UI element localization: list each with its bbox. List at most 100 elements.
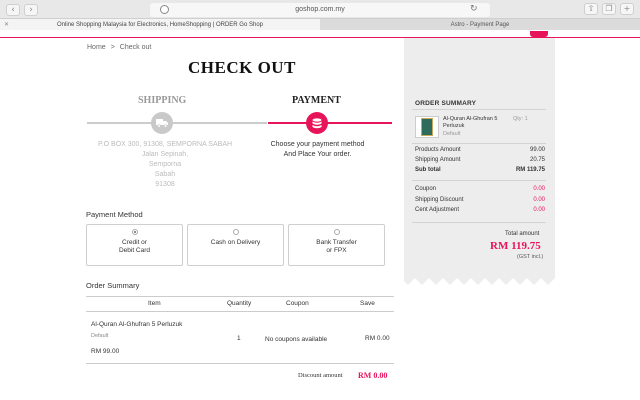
total-label: Total amount [505, 231, 540, 237]
summary-value: 99.00 [529, 147, 545, 153]
summary-row: Sub total RM 119.75 [415, 167, 545, 173]
divider [412, 143, 546, 144]
address-line: Sabah [154, 171, 176, 178]
option-label: Debit Card [118, 247, 151, 254]
col-save: Save [360, 300, 375, 307]
summary-row: Products Amount 99.00 [415, 147, 545, 153]
close-icon[interactable]: ✕ [4, 19, 9, 31]
divider [412, 222, 546, 223]
chevron-left-icon[interactable]: ‹ [6, 4, 20, 16]
summary-row: Coupon 0.00 [415, 186, 545, 192]
tab-bar: ✕ Online Shopping Malaysia for Electroni… [0, 18, 640, 30]
header-accent [530, 31, 548, 37]
radio-unselected[interactable] [233, 229, 239, 235]
summary-row: Shipping Discount 0.00 [415, 197, 545, 203]
item-quantity: 1 [237, 335, 241, 342]
summary-row: Shipping Amount 20.75 [415, 157, 545, 163]
tab-goshop[interactable]: ✕ Online Shopping Malaysia for Electroni… [0, 18, 320, 30]
step-shipping-label: SHIPPING [138, 95, 187, 106]
item-name: Al-Quran Al-Ghufran 5 Perluzuk [91, 321, 183, 328]
option-label: or FPX [326, 247, 347, 254]
site-icon [160, 5, 169, 14]
item-save: RM 0.00 [365, 335, 390, 342]
payment-method-options: Credit or Debit Card Cash on Delivery Ba… [86, 224, 385, 266]
address-line: P.O BOX 300, 91308, SEMPORNA SABAH [97, 141, 233, 148]
item-coupon: No coupons available [265, 336, 328, 343]
product-name: Al-Quran Al-Ghufran 5 Perluzuk [443, 116, 498, 129]
summary-value: 0.00 [533, 186, 545, 192]
divider [412, 180, 546, 181]
option-label: Bank Transfer [316, 239, 357, 246]
step-payment[interactable] [306, 112, 328, 134]
browser-actions: ⇧ ❐ + [584, 3, 634, 15]
chevron-right-icon: > [110, 44, 115, 51]
address-line: Semporna [148, 161, 182, 168]
step-shipping[interactable] [151, 112, 173, 134]
item-variant: Default [91, 333, 109, 339]
step-progress-active [268, 122, 392, 124]
address-url: goshop.com.my [295, 6, 345, 13]
summary-label: Cent Adjustment [415, 207, 460, 213]
chevron-right-icon[interactable]: › [24, 4, 38, 16]
tab-astro[interactable]: Astro - Payment Page [320, 18, 640, 30]
breadcrumb-home[interactable]: Home [87, 44, 106, 51]
radio-unselected[interactable] [334, 229, 340, 235]
order-table-header: Item Quantity Coupon Save [86, 296, 394, 312]
summary-value: 20.75 [529, 157, 545, 163]
summary-title: ORDER SUMMARY [415, 100, 477, 107]
payment-method-label: Payment Method [86, 210, 143, 219]
discount-label: Discount amount [298, 372, 343, 379]
breadcrumb: Home > Check out [87, 44, 151, 51]
summary-value: RM 119.75 [515, 167, 545, 173]
breadcrumb-current: Check out [119, 44, 152, 51]
browser-nav: ‹ › [6, 4, 38, 16]
divider [412, 109, 546, 110]
order-summary-label: Order Summary [86, 281, 140, 290]
col-quantity: Quantity [227, 300, 252, 307]
step-progress-inactive [87, 122, 267, 124]
summary-label: Sub total [415, 167, 441, 173]
share-icon[interactable]: ⇧ [584, 3, 598, 15]
plus-icon[interactable]: + [620, 3, 634, 15]
address-bar[interactable]: goshop.com.my [150, 3, 490, 17]
tab-label: Online Shopping Malaysia for Electronics… [57, 22, 263, 28]
summary-label: Shipping Amount [415, 157, 461, 163]
address-line: Jalan Sepinah, [141, 151, 189, 158]
total-value: RM 119.75 [490, 240, 541, 252]
shipping-address: P.O BOX 300, 91308, SEMPORNA SABAH Jalan… [90, 140, 240, 190]
summary-label: Products Amount [415, 147, 461, 153]
address-line: 91308 [155, 181, 175, 188]
payment-instructions: Choose your payment method And Place You… [255, 140, 380, 160]
payment-option-cod[interactable]: Cash on Delivery [187, 224, 284, 266]
tabs-icon[interactable]: ❐ [602, 3, 616, 15]
gst-note: (GST incl.) [517, 254, 544, 260]
item-price: RM 99.00 [91, 348, 120, 355]
radio-selected[interactable] [132, 229, 138, 235]
col-item: Item [148, 300, 161, 307]
database-icon [312, 117, 322, 128]
payment-instruction-line: And Place Your order. [283, 151, 352, 158]
discount-value: RM 0.00 [358, 371, 388, 380]
browser-chrome: ‹ › goshop.com.my ↻ ⇧ ❐ + ✕ Online Shopp… [0, 0, 640, 30]
step-payment-label: PAYMENT [292, 95, 341, 106]
payment-option-bank[interactable]: Bank Transfer or FPX [288, 224, 385, 266]
table-row: Al-Quran Al-Ghufran 5 Perluzuk Default R… [86, 312, 394, 364]
tab-label: Astro - Payment Page [450, 22, 510, 28]
payment-option-card[interactable]: Credit or Debit Card [86, 224, 183, 266]
reload-icon[interactable]: ↻ [470, 4, 478, 14]
col-coupon: Coupon [286, 300, 309, 307]
option-label: Cash on Delivery [210, 239, 261, 246]
option-label: Credit or [122, 239, 147, 246]
summary-value: 0.00 [533, 207, 545, 213]
truck-icon [156, 119, 168, 128]
summary-label: Shipping Discount [415, 197, 464, 203]
product-variant: Default [443, 131, 461, 137]
product-thumbnail [415, 116, 439, 138]
summary-row: Cent Adjustment 0.00 [415, 207, 545, 213]
product-qty: Qty: 1 [513, 116, 528, 122]
payment-instruction-line: Choose your payment method [270, 141, 365, 148]
summary-value: 0.00 [533, 197, 545, 203]
page-title: CHECK OUT [188, 58, 296, 77]
receipt-tear-edge [404, 270, 555, 285]
summary-label: Coupon [415, 186, 437, 192]
